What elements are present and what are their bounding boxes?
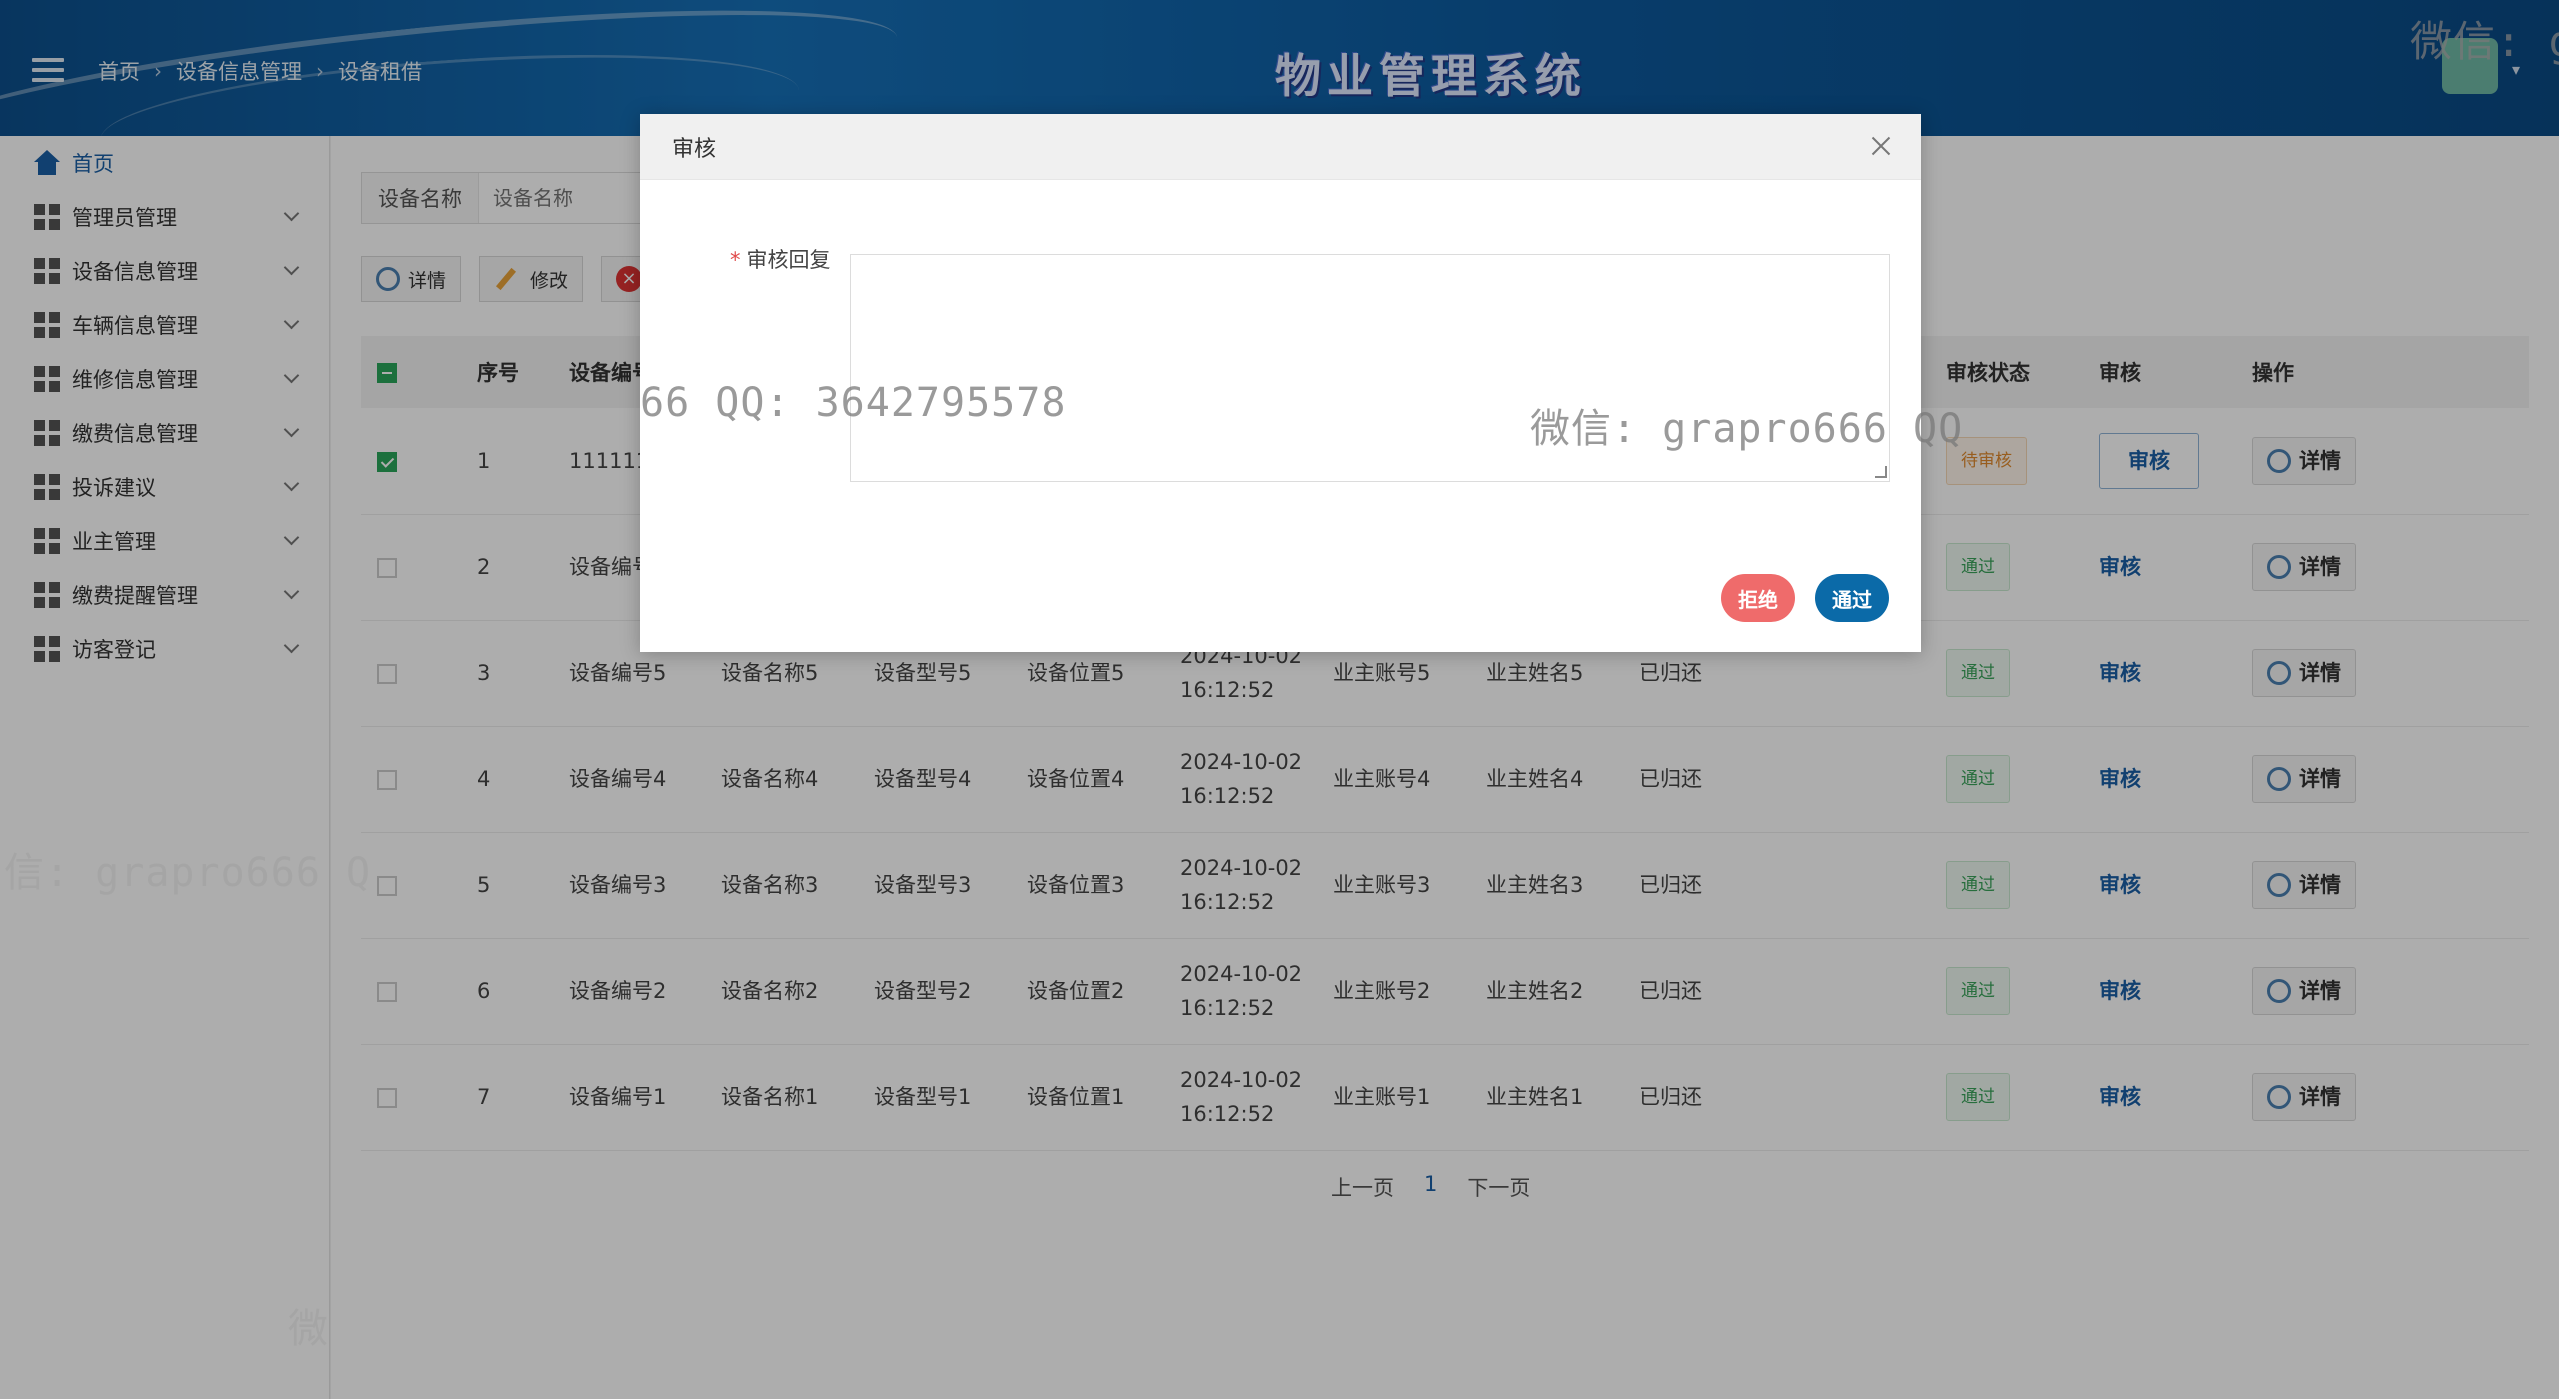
watermark: 66 QQ: 3642795578 xyxy=(640,380,1067,426)
watermark: 微 xyxy=(288,1306,329,1352)
pass-button[interactable]: 通过 xyxy=(1815,574,1889,622)
audit-reply-label: * 审核回复 xyxy=(730,244,831,274)
watermark: 微信: grapro666 QQ xyxy=(1530,406,1964,452)
reject-button[interactable]: 拒绝 xyxy=(1721,574,1795,622)
dialog-header: 审核 xyxy=(640,114,1921,180)
watermark: 信: grapro666 Q xyxy=(4,850,372,896)
required-marker: * xyxy=(730,248,741,272)
dialog-title: 审核 xyxy=(672,136,717,162)
resize-handle-icon[interactable] xyxy=(1875,466,1887,478)
close-icon[interactable] xyxy=(1871,136,1891,156)
audit-reply-label-text: 审核回复 xyxy=(746,248,831,272)
watermark: 微信: g xyxy=(2410,17,2559,66)
